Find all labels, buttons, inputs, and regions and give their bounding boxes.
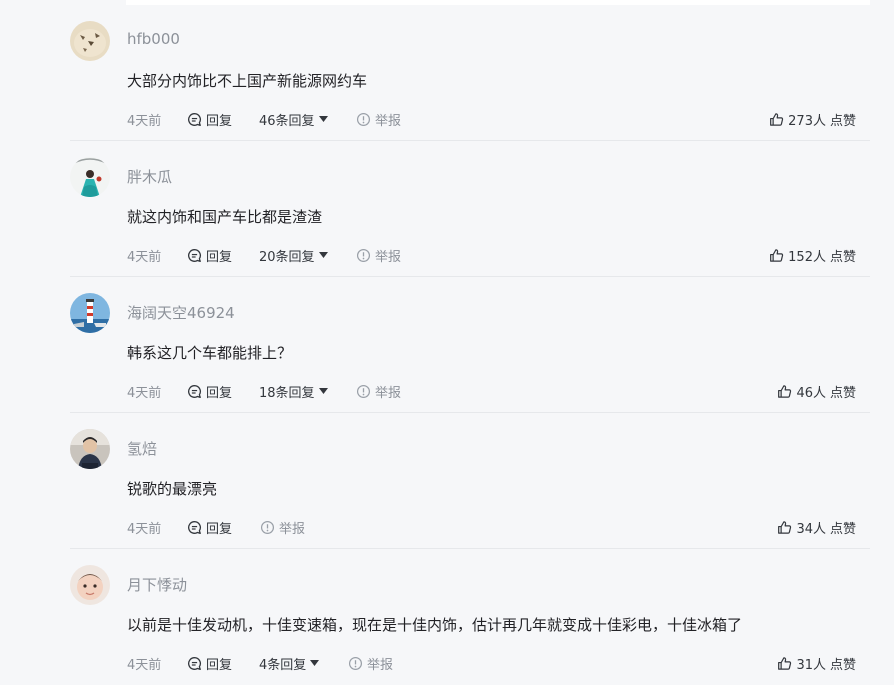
replies-count: 20条回复 [259,249,315,265]
timestamp: 4天前 [127,385,162,401]
chat-bubble-icon [187,384,202,399]
chat-bubble-icon [187,248,202,263]
comment-text: 锐歌的最漂亮 [127,480,218,498]
view-replies-button[interactable]: 46条回复 [259,109,328,129]
like-button[interactable]: 46人 点赞 [777,381,856,401]
reply-button[interactable]: 回复 [187,109,232,129]
username[interactable]: 海阔天空46924 [127,302,235,323]
like-button[interactable]: 31人 点赞 [777,653,856,673]
report-button[interactable]: 举报 [356,109,401,129]
report-button[interactable]: 举报 [356,381,401,401]
timestamp: 4天前 [127,521,162,537]
thumbs-up-icon [777,384,792,399]
avatar[interactable] [70,21,110,61]
caret-down-icon [318,388,328,394]
like-button[interactable]: 34人 点赞 [777,517,856,537]
thumbs-up-icon [769,112,784,127]
comment-list: hfb000 大部分内饰比不上国产新能源网约车 4天前 回复 46条回复 举报 [70,5,870,685]
replies-count: 46条回复 [259,113,315,129]
reply-button[interactable]: 回复 [187,653,232,673]
username[interactable]: 月下悸动 [127,574,187,595]
caret-down-icon [310,660,320,666]
comment-item: 氢焙 锐歌的最漂亮 4天前 回复 举报 34人 点赞 [70,413,870,549]
reply-button[interactable]: 回复 [187,381,232,401]
like-count: 273人 [788,113,826,129]
chat-bubble-icon [187,112,202,127]
timestamp: 4天前 [127,249,162,265]
comment-text: 以前是十佳发动机，十佳变速箱，现在是十佳内饰，估计再几年就变成十佳彩电，十佳冰箱… [127,616,743,634]
chat-bubble-icon [187,656,202,671]
view-replies-button[interactable]: 20条回复 [259,245,328,265]
warning-circle-icon [356,248,371,263]
warning-circle-icon [260,520,275,535]
warning-circle-icon [348,656,363,671]
like-label: 点赞 [829,113,856,129]
avatar[interactable] [70,293,110,333]
report-label: 举报 [367,657,394,673]
reply-label: 回复 [206,521,233,537]
report-button[interactable]: 举报 [348,653,393,673]
comment-meta: 4天前 回复 举报 34人 点赞 [127,517,870,537]
like-count: 34人 [796,521,826,537]
warning-circle-icon [356,112,371,127]
comment-item: 月下悸动 以前是十佳发动机，十佳变速箱，现在是十佳内饰，估计再几年就变成十佳彩电… [70,549,870,685]
report-button[interactable]: 举报 [260,517,305,537]
like-label: 点赞 [829,249,856,265]
comment-meta: 4天前 回复 20条回复 举报 152人 点赞 [127,245,870,265]
timestamp: 4天前 [127,113,162,129]
like-button[interactable]: 273人 点赞 [769,109,856,129]
comment-meta: 4天前 回复 18条回复 举报 46人 点赞 [127,381,870,401]
caret-down-icon [318,252,328,258]
comment-text: 大部分内饰比不上国产新能源网约车 [127,72,368,90]
view-replies-button[interactable]: 18条回复 [259,381,328,401]
avatar[interactable] [70,429,110,469]
reply-label: 回复 [206,657,233,673]
caret-down-icon [318,116,328,122]
reply-label: 回复 [206,385,233,401]
reply-button[interactable]: 回复 [187,517,232,537]
report-label: 举报 [375,113,402,129]
reply-button[interactable]: 回复 [187,245,232,265]
report-button[interactable]: 举报 [356,245,401,265]
like-label: 点赞 [829,521,856,537]
comment-item: 胖木瓜 就这内饰和国产车比都是渣渣 4天前 回复 20条回复 举报 152人 点… [70,141,870,277]
like-count: 46人 [796,385,826,401]
replies-count: 4条回复 [259,657,307,673]
warning-circle-icon [356,384,371,399]
like-count: 31人 [796,657,826,673]
comment-item: hfb000 大部分内饰比不上国产新能源网约车 4天前 回复 46条回复 举报 [70,5,870,141]
comment-meta: 4天前 回复 46条回复 举报 273人 点赞 [127,109,870,129]
avatar[interactable] [70,565,110,605]
like-label: 点赞 [829,385,856,401]
username[interactable]: 胖木瓜 [127,166,172,187]
replies-count: 18条回复 [259,385,315,401]
comment-item: 海阔天空46924 韩系这几个车都能排上？ 4天前 回复 18条回复 举报 46… [70,277,870,413]
report-label: 举报 [375,385,402,401]
thumbs-up-icon [777,520,792,535]
like-button[interactable]: 152人 点赞 [769,245,856,265]
timestamp: 4天前 [127,657,162,673]
reply-label: 回复 [206,249,233,265]
like-label: 点赞 [829,657,856,673]
report-label: 举报 [279,521,306,537]
report-label: 举报 [375,249,402,265]
username[interactable]: hfb000 [127,30,180,48]
comment-meta: 4天前 回复 4条回复 举报 31人 点赞 [127,653,870,673]
view-replies-button[interactable]: 4条回复 [259,653,320,673]
comment-text: 就这内饰和国产车比都是渣渣 [127,208,323,226]
chat-bubble-icon [187,520,202,535]
username[interactable]: 氢焙 [127,438,157,459]
reply-label: 回复 [206,113,233,129]
thumbs-up-icon [777,656,792,671]
comment-text: 韩系这几个车都能排上？ [127,344,293,362]
avatar[interactable] [70,157,110,197]
like-count: 152人 [788,249,826,265]
thumbs-up-icon [769,248,784,263]
